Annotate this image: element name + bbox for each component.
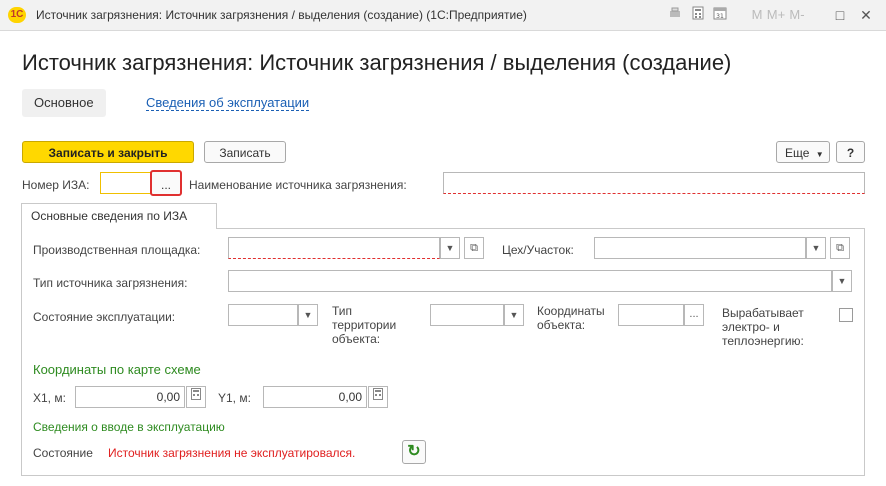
territory-type-input[interactable] xyxy=(430,304,504,326)
write-button[interactable]: Записать xyxy=(204,141,286,163)
generates-energy-label: Вырабатывает электро- и теплоэнергию: xyxy=(722,306,804,348)
print-icon[interactable] xyxy=(666,6,684,24)
operation-state-dropdown-icon[interactable]: ▼ xyxy=(298,304,318,326)
refresh-icon[interactable]: ↻ xyxy=(402,440,426,464)
territory-type-dropdown-icon[interactable]: ▼ xyxy=(504,304,524,326)
open-site-icon[interactable]: ⧉ xyxy=(464,237,484,259)
workshop-label: Цех/Участок: xyxy=(502,243,574,257)
write-and-close-button[interactable]: Записать и закрыть xyxy=(22,141,194,163)
status-label: Состояние xyxy=(33,446,93,460)
calendar-icon[interactable]: 31 xyxy=(711,6,729,24)
calculator-icon[interactable] xyxy=(689,6,707,24)
form-title: Источник загрязнения: Источник загрязнен… xyxy=(22,50,732,75)
generates-energy-checkbox[interactable] xyxy=(839,308,853,322)
object-coordinates-input[interactable] xyxy=(618,304,684,326)
x1-calculator-icon[interactable] xyxy=(186,386,206,408)
source-type-label: Тип источника загрязнения: xyxy=(33,276,188,290)
choose-iza-button[interactable]: ... xyxy=(150,170,182,196)
source-name-input[interactable] xyxy=(443,172,865,194)
app-logo-icon: 1С xyxy=(8,7,26,23)
open-workshop-icon[interactable]: ⧉ xyxy=(830,237,850,259)
commission-header: Сведения о вводе в эксплуатацию xyxy=(33,420,225,434)
workshop-input[interactable] xyxy=(594,237,806,259)
object-coordinates-label: Координаты объекта: xyxy=(537,304,605,332)
memory-minus-button[interactable]: M- xyxy=(788,6,806,24)
x1-label: X1, м: xyxy=(33,391,66,405)
more-button[interactable]: Еще ▼ xyxy=(776,141,830,163)
operation-state-label: Состояние эксплуатации: xyxy=(33,310,176,324)
close-icon[interactable]: ✕ xyxy=(856,6,876,24)
y1-label: Y1, м: xyxy=(218,391,251,405)
memory-plus-button[interactable]: M+ xyxy=(766,6,786,24)
svg-text:31: 31 xyxy=(716,13,724,20)
source-name-label: Наименование источника загрязнения: xyxy=(189,178,407,192)
workshop-dropdown-icon[interactable]: ▼ xyxy=(806,237,826,259)
tab-operation-info[interactable]: Сведения об эксплуатации xyxy=(146,96,310,111)
chevron-down-icon: ▼ xyxy=(815,150,824,159)
production-site-label: Производственная площадка: xyxy=(33,243,201,257)
operation-state-input[interactable] xyxy=(228,304,298,326)
y1-calculator-icon[interactable] xyxy=(368,386,388,408)
map-coordinates-header: Координаты по карте схеме xyxy=(33,362,201,377)
tab-main[interactable]: Основное xyxy=(22,89,106,117)
object-coordinates-choose-button[interactable]: ... xyxy=(684,304,704,326)
y1-input[interactable]: 0,00 xyxy=(263,386,367,408)
territory-type-label: Тип территории объекта: xyxy=(332,304,397,346)
source-type-dropdown-icon[interactable]: ▼ xyxy=(832,270,852,292)
x1-input[interactable]: 0,00 xyxy=(75,386,185,408)
production-site-input[interactable] xyxy=(228,237,440,259)
iza-number-input[interactable] xyxy=(100,172,152,194)
restore-icon[interactable]: □ xyxy=(830,6,850,24)
window-title: Источник загрязнения: Источник загрязнен… xyxy=(36,8,527,22)
production-site-dropdown-icon[interactable]: ▼ xyxy=(440,237,460,259)
tab-main-info[interactable]: Основные сведения по ИЗА xyxy=(21,203,217,229)
help-button[interactable]: ? xyxy=(836,141,865,163)
more-label: Еще xyxy=(785,146,810,160)
main-info-panel xyxy=(21,228,865,476)
memory-m-button[interactable]: M xyxy=(750,6,764,24)
status-value: Источник загрязнения не эксплуатировался… xyxy=(108,446,356,460)
source-type-input[interactable] xyxy=(228,270,832,292)
iza-number-label: Номер ИЗА: xyxy=(22,178,90,192)
